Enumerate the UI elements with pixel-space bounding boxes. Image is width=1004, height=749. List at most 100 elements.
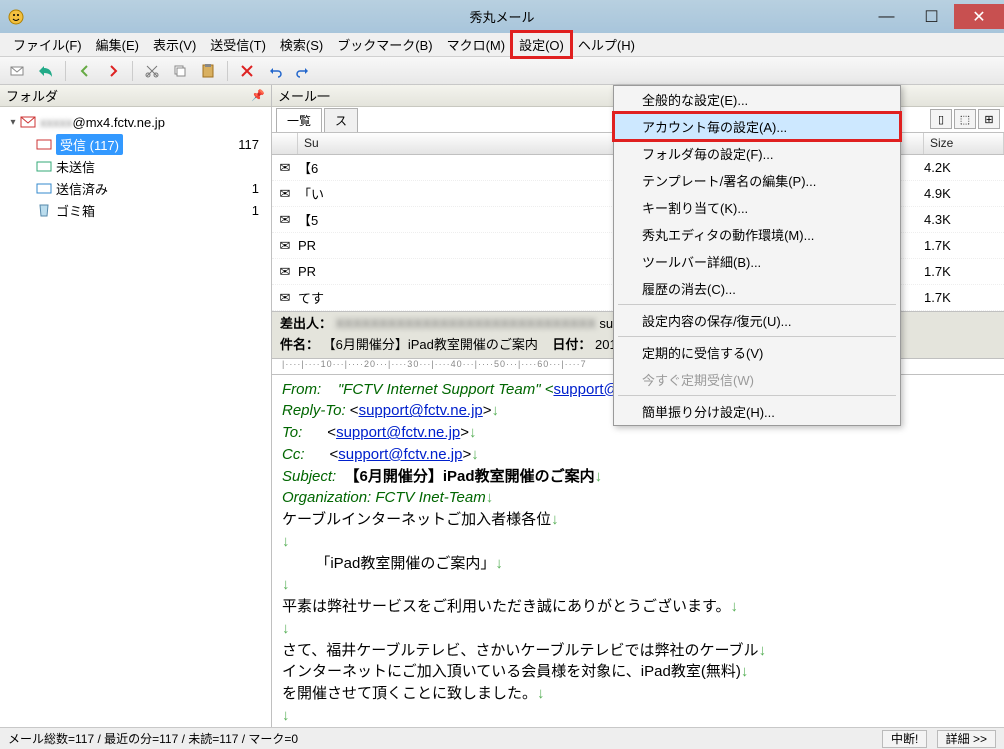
separator bbox=[132, 61, 133, 81]
account-label: xxxxx bbox=[40, 115, 73, 130]
menu-送受信[interactable]: 送受信(T) bbox=[203, 32, 273, 57]
mail-icon: ✉ bbox=[272, 160, 298, 176]
app-icon bbox=[8, 9, 24, 25]
view-btn2[interactable]: ⬚ bbox=[954, 109, 976, 129]
window-title: 秀丸メール bbox=[469, 7, 534, 26]
menu-item[interactable]: 秀丸エディタの動作環境(M)... bbox=[614, 221, 900, 248]
folder-row[interactable]: ゴミ箱 1 bbox=[2, 199, 269, 221]
menu-bar: ファイル(F)編集(E)表示(V)送受信(T)検索(S)ブックマーク(B)マクロ… bbox=[0, 33, 1004, 57]
menu-マクロ[interactable]: マクロ(M) bbox=[440, 32, 513, 57]
menu-設定[interactable]: 設定(O) bbox=[512, 32, 571, 57]
tab-list[interactable]: 一覧 bbox=[276, 108, 322, 132]
subject-value: 【6月開催分】iPad教室開催のご案内 bbox=[323, 337, 538, 352]
folder-label: 送信済み bbox=[56, 179, 108, 198]
mail-icon: ✉ bbox=[272, 264, 298, 280]
folder-row[interactable]: 受信 (117) 117 bbox=[2, 133, 269, 155]
account-row[interactable]: ▾ xxxxx@mx4.fctv.ne.jp bbox=[2, 111, 269, 133]
folder-row[interactable]: 未送信 bbox=[2, 155, 269, 177]
menu-item[interactable]: 設定内容の保存/復元(U)... bbox=[614, 307, 900, 334]
mail-size: 4.3K bbox=[924, 212, 1004, 227]
prev-button[interactable] bbox=[73, 60, 97, 82]
folder-icon bbox=[36, 136, 52, 152]
reply-button[interactable] bbox=[34, 60, 58, 82]
mail-icon: ✉ bbox=[272, 212, 298, 228]
close-button[interactable]: ✕ bbox=[954, 4, 1004, 29]
copy-button[interactable] bbox=[168, 60, 192, 82]
content-area: フォルダ 📌 ▾ xxxxx@mx4.fctv.ne.jp 受信 (117)11… bbox=[0, 85, 1004, 727]
next-button[interactable] bbox=[101, 60, 125, 82]
menu-item[interactable]: テンプレート/署名の編集(P)... bbox=[614, 167, 900, 194]
menu-item[interactable]: 簡単振り分け設定(H)... bbox=[614, 398, 900, 425]
subject-key: 件名： bbox=[280, 337, 319, 352]
status-bar: メール総数=117 / 最近の分=117 / 未読=117 / マーク=0 中断… bbox=[0, 727, 1004, 749]
maximize-button[interactable]: ☐ bbox=[909, 4, 954, 29]
expand-icon[interactable]: ▾ bbox=[6, 117, 20, 128]
tab-thread[interactable]: ス bbox=[324, 108, 358, 132]
view-buttons: ▯ ⬚ ⊞ bbox=[930, 109, 1000, 129]
settings-menu-dropdown: 全般的な設定(E)...アカウント毎の設定(A)...フォルダ毎の設定(F)..… bbox=[613, 85, 901, 426]
sidebar-title: フォルダ bbox=[6, 86, 58, 105]
status-text: メール総数=117 / 最近の分=117 / 未読=117 / マーク=0 bbox=[8, 730, 298, 747]
sidebar: フォルダ 📌 ▾ xxxxx@mx4.fctv.ne.jp 受信 (117)11… bbox=[0, 85, 272, 727]
col-icon[interactable] bbox=[272, 133, 298, 154]
menu-表示[interactable]: 表示(V) bbox=[146, 32, 203, 57]
menu-item[interactable]: ツールバー詳細(B)... bbox=[614, 248, 900, 275]
folder-count: 1 bbox=[252, 203, 269, 218]
separator bbox=[227, 61, 228, 81]
view-btn1[interactable]: ▯ bbox=[930, 109, 952, 129]
menu-ヘルプ[interactable]: ヘルプ(H) bbox=[571, 32, 642, 57]
menu-item[interactable]: 履歴の消去(C)... bbox=[614, 275, 900, 302]
folder-icon bbox=[36, 180, 52, 196]
sidebar-header: フォルダ 📌 bbox=[0, 85, 271, 107]
minimize-button[interactable]: — bbox=[864, 4, 909, 29]
mail-size: 4.9K bbox=[924, 186, 1004, 201]
menu-ブックマーク[interactable]: ブックマーク(B) bbox=[330, 32, 439, 57]
folder-label: 未送信 bbox=[56, 157, 95, 176]
mail-icon: ✉ bbox=[272, 238, 298, 254]
menu-item[interactable]: キー割り当て(K)... bbox=[614, 194, 900, 221]
main-panel: メール一 一覧 ス ▯ ⬚ ⊞ Su ▼Date Size ✉【6nter...… bbox=[272, 85, 1004, 727]
mail-size: 4.2K bbox=[924, 160, 1004, 175]
separator bbox=[65, 61, 66, 81]
undo-button[interactable] bbox=[263, 60, 287, 82]
folder-label: 受信 (117) bbox=[56, 134, 123, 155]
view-btn3[interactable]: ⊞ bbox=[978, 109, 1000, 129]
folder-count: 117 bbox=[238, 137, 269, 152]
redo-button[interactable] bbox=[291, 60, 315, 82]
date-key: 日付： bbox=[552, 337, 591, 352]
title-bar: 秀丸メール — ☐ ✕ bbox=[0, 0, 1004, 33]
new-mail-button[interactable] bbox=[6, 60, 30, 82]
cut-button[interactable] bbox=[140, 60, 164, 82]
mail-tab-label: メール一 bbox=[278, 86, 330, 105]
menu-item: 今すぐ定期受信(W) bbox=[614, 366, 900, 393]
paste-button[interactable] bbox=[196, 60, 220, 82]
mail-icon: ✉ bbox=[272, 186, 298, 202]
delete-button[interactable] bbox=[235, 60, 259, 82]
mail-size: 1.7K bbox=[924, 290, 1004, 305]
menu-編集[interactable]: 編集(E) bbox=[89, 32, 146, 57]
menu-検索[interactable]: 検索(S) bbox=[273, 32, 330, 57]
menu-item[interactable]: アカウント毎の設定(A)... bbox=[614, 113, 900, 140]
menu-item[interactable]: 定期的に受信する(V) bbox=[614, 339, 900, 366]
sender-key: 差出人： bbox=[280, 316, 332, 331]
col-size[interactable]: Size bbox=[924, 133, 1004, 154]
folder-row[interactable]: 送信済み 1 bbox=[2, 177, 269, 199]
mail-icon: ✉ bbox=[272, 290, 298, 306]
folder-label: ゴミ箱 bbox=[56, 201, 95, 220]
menu-ファイル[interactable]: ファイル(F) bbox=[6, 32, 89, 57]
mail-size: 1.7K bbox=[924, 238, 1004, 253]
pin-icon[interactable]: 📌 bbox=[251, 89, 265, 102]
account-icon bbox=[20, 114, 36, 130]
window-controls: — ☐ ✕ bbox=[864, 4, 1004, 29]
detail-button[interactable]: 詳細 >> bbox=[937, 730, 996, 748]
folder-count: 1 bbox=[252, 181, 269, 196]
folder-tree: ▾ xxxxx@mx4.fctv.ne.jp 受信 (117)117未送信送信済… bbox=[0, 107, 271, 727]
menu-item[interactable]: フォルダ毎の設定(F)... bbox=[614, 140, 900, 167]
mail-size: 1.7K bbox=[924, 264, 1004, 279]
toolbar bbox=[0, 57, 1004, 85]
folder-icon bbox=[36, 202, 52, 218]
folder-icon bbox=[36, 158, 52, 174]
menu-item[interactable]: 全般的な設定(E)... bbox=[614, 86, 900, 113]
abort-button[interactable]: 中断! bbox=[882, 730, 927, 748]
mail-body: From: "FCTV Internet Support Team" <supp… bbox=[272, 375, 1004, 727]
